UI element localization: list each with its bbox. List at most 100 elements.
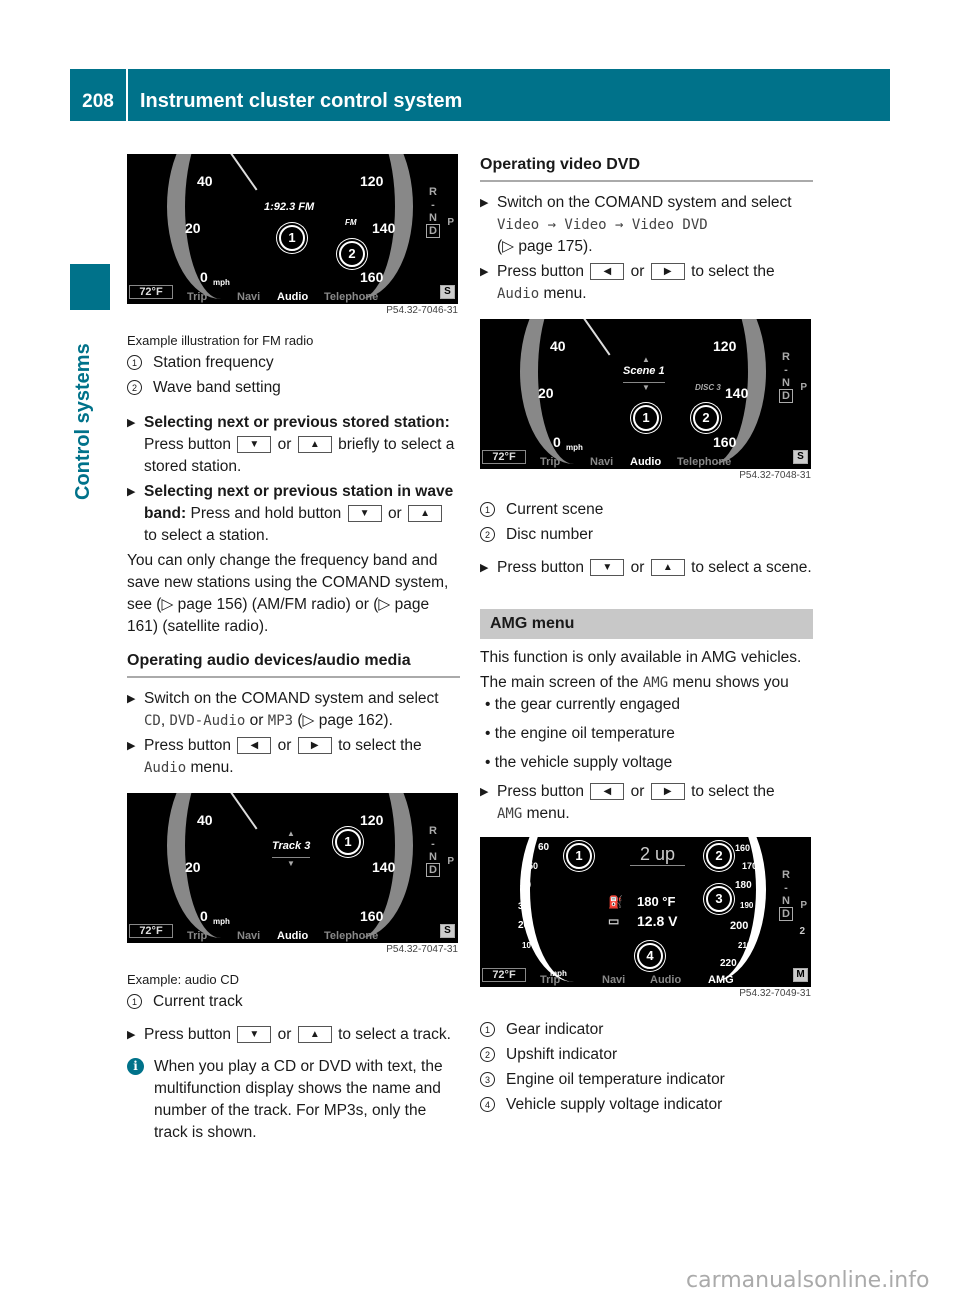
legend-text: Engine oil temperature indicator: [506, 1070, 725, 1088]
step-text: Switch on the COMAND system and select: [144, 690, 439, 707]
legend-number: 1: [480, 502, 495, 517]
step-text: Press button: [497, 559, 585, 576]
callout-2: 2: [693, 405, 719, 431]
menu-option: AMG: [497, 806, 523, 822]
button-down-icon: ▼: [237, 1026, 272, 1044]
instruction-step: ▶ Selecting next or previous stored stat…: [127, 412, 460, 478]
menu-option: CD: [144, 713, 161, 729]
legend-number: 1: [480, 1022, 495, 1037]
instruction-step: ▶ Press button ▼ or ▲ to select a scene.: [480, 557, 813, 579]
menu-item-navi: Navi: [237, 291, 261, 303]
cluster-menu-bar: 72°F Trip Navi Audio Telephone S: [127, 924, 458, 942]
step-text: or: [277, 1026, 292, 1043]
menu-item-telephone: Telephone: [324, 291, 379, 303]
outside-temp: 72°F: [482, 450, 526, 464]
legend-item: 4 Vehicle supply voltage indicator: [480, 1092, 813, 1117]
menu-item-telephone: Telephone: [324, 930, 379, 942]
callout-2: 2: [339, 241, 365, 267]
button-right-icon: ▶: [650, 263, 685, 281]
gear-indicator: R-ND: [779, 351, 793, 403]
legend-text: Current track: [153, 992, 243, 1010]
legend-number: 1: [127, 994, 142, 1009]
step-arrow-icon: ▶: [127, 740, 136, 752]
button-right-icon: ▶: [297, 737, 332, 755]
button-down-icon: ▼: [347, 505, 382, 523]
info-text: When you play a CD or DVD with text, the…: [154, 1058, 443, 1141]
legend-item: 1 Current scene: [480, 497, 813, 522]
step-text: or: [249, 712, 264, 729]
battery-icon: ▭: [608, 914, 620, 928]
gear-indicator: R-ND: [426, 186, 440, 238]
gear-park: P: [447, 856, 454, 867]
legend-text: Upshift indicator: [506, 1045, 618, 1063]
bullet-text: the engine oil temperature: [494, 725, 675, 742]
speed-label: 200: [730, 920, 749, 932]
step-arrow-icon: ▶: [480, 266, 489, 278]
speed-label: 180: [735, 880, 752, 891]
menu-item-amg: AMG: [708, 974, 734, 986]
callout-1: 1: [566, 843, 592, 869]
step-arrow-icon: ▶: [127, 693, 136, 705]
speed-label: 40: [520, 880, 532, 891]
button-up-icon: ▲: [297, 436, 332, 454]
speed-label: 120: [360, 173, 384, 189]
menu-option: AMG: [642, 675, 669, 691]
menu-item-trip: Trip: [540, 974, 561, 986]
paragraph: You can only change the frequency band a…: [127, 552, 449, 635]
instruction-step: ▶ Switch on the COMAND system and select…: [127, 688, 460, 732]
cluster-menu-bar: 72°F Trip Navi Audio AMG M: [480, 968, 811, 986]
legend-number: 2: [127, 380, 142, 395]
button-left-icon: ◀: [590, 783, 625, 801]
bullet-text: the vehicle supply voltage: [494, 754, 673, 771]
page-number: 208: [82, 91, 114, 112]
step-text: or: [630, 263, 645, 280]
callout-4: 4: [637, 943, 663, 969]
speed-label: 40: [197, 173, 213, 189]
step-text: Switch on the COMAND system and select: [497, 194, 792, 211]
speed-label: 170: [742, 861, 758, 871]
page-title: Instrument cluster control system: [140, 90, 463, 112]
step-text: to select the: [338, 737, 422, 754]
callout-1: 1: [633, 405, 659, 431]
instruction-step: ▶ Press button ◀ or ▶ to select the Audi…: [127, 735, 460, 779]
step-arrow-icon: ▶: [480, 786, 489, 798]
legend-number: 4: [480, 1097, 495, 1112]
button-down-icon: ▼: [237, 436, 272, 454]
button-up-icon: ▲: [408, 505, 443, 523]
speed-label: 10: [522, 941, 531, 950]
callout-1: 1: [335, 829, 361, 855]
menu-item-navi: Navi: [590, 456, 614, 468]
instruction-step: ▶ Switch on the COMAND system and select…: [480, 192, 813, 258]
step-text: ,: [160, 712, 166, 729]
legend-item: 3 Engine oil temperature indicator: [480, 1067, 813, 1092]
speed-label: 120: [360, 812, 384, 828]
left-column: 40 20 0 mph 120 140 160 1:92.3 FM FM 1 2…: [127, 154, 460, 1144]
watermark[interactable]: carmanualsonline.info: [686, 1268, 929, 1293]
legend-item: 1 Gear indicator: [480, 1017, 813, 1042]
page-header: 208 Instrument cluster control system: [70, 69, 890, 121]
step-text: or: [387, 505, 402, 522]
cluster-display-amg: 60 50 40 30 20 10 mph 160 170 180 190 20…: [480, 837, 811, 987]
speed-label: 20: [538, 385, 554, 401]
section-tab: [70, 264, 110, 310]
legend-item: 1 Current track: [127, 989, 460, 1014]
step-text: to select a station.: [144, 527, 269, 544]
gear-display: 2 up: [630, 843, 686, 866]
step-arrow-icon: ▶: [127, 417, 136, 429]
step-text: menu.: [190, 759, 234, 776]
legend-number: 2: [480, 527, 495, 542]
instruction-step: ▶ Press button ▼ or ▲ to select a track.: [127, 1024, 460, 1046]
status-box: M: [793, 968, 808, 982]
scroll-down-icon: ▼: [642, 383, 650, 392]
step-text: or: [630, 559, 645, 576]
bullet-item: • the gear currently engaged: [485, 696, 681, 713]
legend-number: 1: [127, 355, 142, 370]
step-text: menu.: [526, 805, 570, 822]
speed-label: 20: [185, 220, 201, 236]
menu-option: DVD-Audio: [169, 713, 246, 729]
header-divider: [126, 69, 128, 121]
button-up-icon: ▲: [650, 559, 685, 577]
menu-item-navi: Navi: [602, 974, 626, 986]
speed-label: 120: [713, 338, 737, 354]
menu-item-trip: Trip: [540, 456, 561, 468]
